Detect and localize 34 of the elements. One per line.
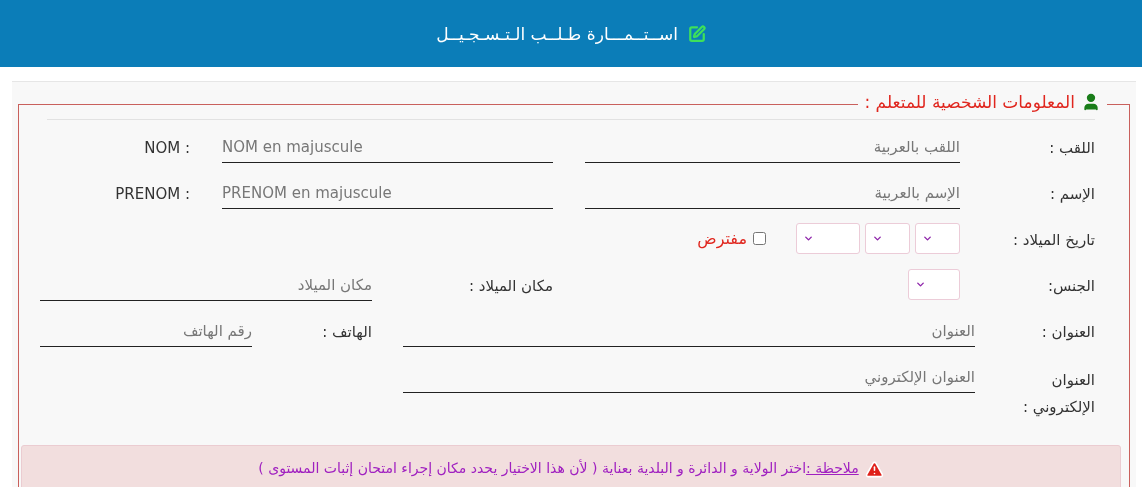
field-label: NOM :	[143, 138, 190, 159]
edit-icon	[687, 24, 706, 43]
user-icon	[1081, 92, 1101, 112]
field-label: تاريخ الميلاد :	[1012, 230, 1095, 251]
presumed-checkbox[interactable]	[753, 232, 766, 245]
month-select[interactable]	[865, 223, 910, 254]
input-field[interactable]: العنوان	[403, 315, 975, 347]
year-select[interactable]	[796, 223, 860, 254]
field-label: الإسم :	[1048, 184, 1095, 205]
input-field[interactable]: العنوان الإلكتروني	[403, 361, 975, 393]
chevron-down-icon	[803, 233, 814, 244]
chevron-down-icon	[922, 233, 933, 244]
checkbox-label: مفترض	[697, 229, 747, 248]
input-field[interactable]: رقم الهاتف	[40, 315, 252, 347]
field-label: العنوان :	[1040, 322, 1095, 343]
chevron-down-icon	[872, 233, 883, 244]
input-field[interactable]: مكان الميلاد	[40, 269, 372, 301]
warning-icon	[864, 460, 884, 479]
field-label: PRENOM :	[114, 184, 190, 205]
note-text: ملاحظة :اختر الولاية و الدائرة و البلدية بعناية ( لأن هذا الاختيار يحدد مكان إجراء امتحان إثبات المستوى )	[258, 460, 859, 479]
input-field[interactable]: NOM en majuscule	[222, 131, 553, 163]
input-field[interactable]: اللقب بالعربية	[585, 131, 960, 163]
day-select[interactable]	[915, 223, 960, 254]
input-field[interactable]: الإسم بالعربية	[585, 177, 960, 209]
field-label: مكان الميلاد :	[467, 276, 553, 297]
form-title: اســتــمـــارة طـلــب الـتـسـجـيــل	[436, 23, 678, 44]
chevron-down-icon	[915, 279, 926, 290]
section-title: المعلومات الشخصية للمتعلم :	[864, 92, 1075, 112]
field-label: اللقب :	[1048, 138, 1095, 159]
field-label: الجنس:	[1046, 276, 1095, 297]
input-field[interactable]: PRENOM en majuscule	[222, 177, 553, 209]
gender-select[interactable]	[908, 269, 960, 300]
field-label: الهاتف :	[321, 322, 372, 343]
field-label: العنوان الإلكتروني :	[1021, 370, 1095, 419]
